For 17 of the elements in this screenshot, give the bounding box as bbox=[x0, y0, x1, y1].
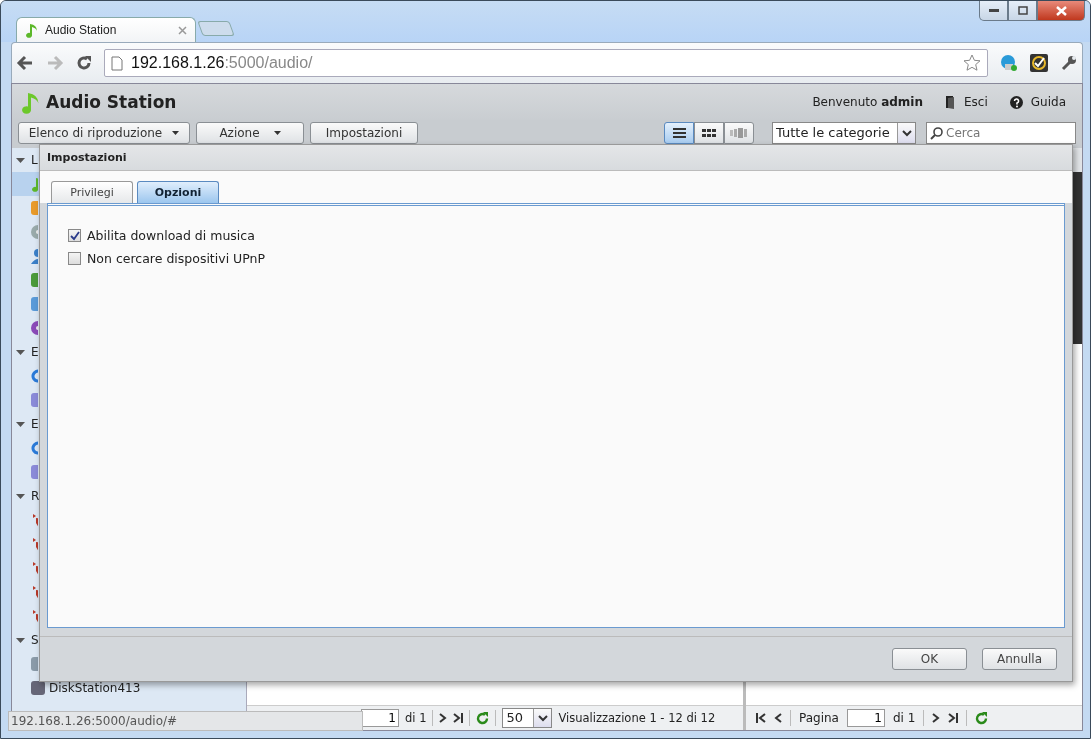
page-count: di 1 bbox=[405, 711, 427, 725]
page-label: Pagina bbox=[799, 711, 839, 725]
section-title: R bbox=[31, 489, 40, 503]
section-title: S bbox=[31, 633, 39, 647]
dialog-title: Impostazioni bbox=[47, 151, 127, 164]
option-label: Non cercare dispositivi UPnP bbox=[87, 251, 265, 266]
option-label: Abilita download di musica bbox=[87, 228, 255, 243]
status-tooltip: 192.168.1.26:5000/audio/# bbox=[8, 711, 363, 731]
results-summary: Visualizzazione 1 - 12 di 12 bbox=[558, 711, 716, 725]
section-title: E bbox=[31, 345, 39, 359]
section-title: E bbox=[31, 417, 39, 431]
page-count: di 1 bbox=[892, 711, 916, 725]
tab-title: Audio Station bbox=[45, 23, 117, 37]
welcome-text: Benvenuto admin bbox=[812, 95, 923, 109]
app-title: Audio Station bbox=[46, 92, 177, 112]
server-name: DiskStation413 bbox=[49, 681, 141, 695]
section-title: L bbox=[31, 153, 38, 167]
